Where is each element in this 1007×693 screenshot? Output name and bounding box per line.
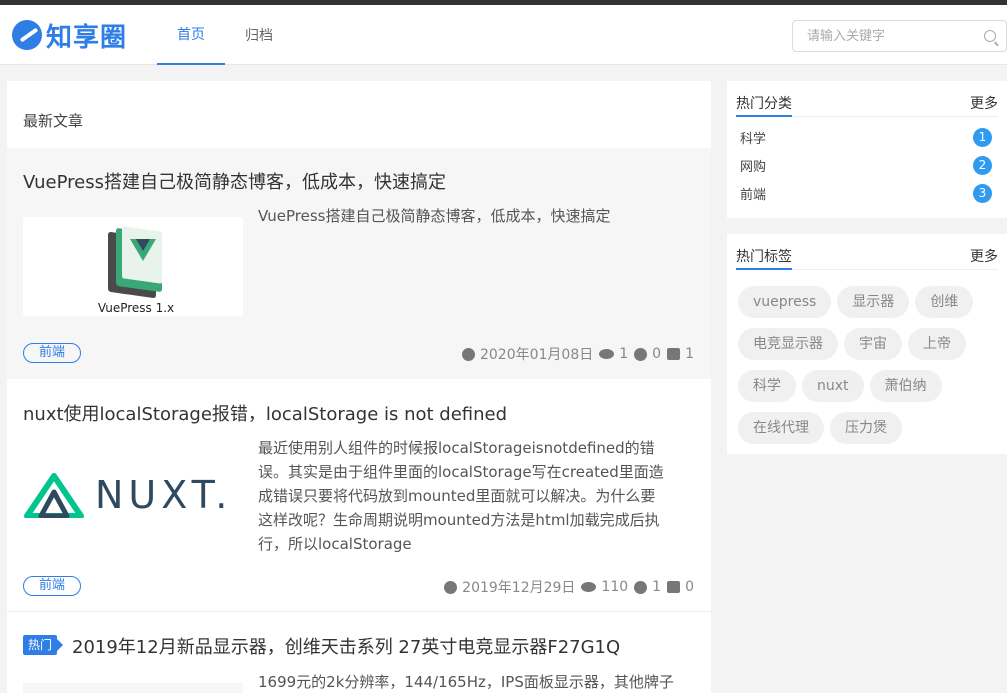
search-icon[interactable]	[984, 30, 996, 42]
article-category-tag[interactable]: 前端	[23, 576, 82, 596]
article-title[interactable]: 2019年12月新品显示器，创维天击系列 27英寸电竞显示器F27G1Q	[72, 633, 620, 659]
article-meta: 2019年12月29日 110 1 0	[438, 577, 694, 597]
summary-line: 最近使用别人组件的时候报localStorageisnotdefined的错	[258, 439, 655, 457]
thumbs-up-icon[interactable]	[667, 348, 681, 360]
search-input[interactable]	[793, 21, 973, 51]
panel-title: 热门标签	[736, 246, 792, 270]
logo-icon	[12, 20, 42, 50]
clock-icon	[444, 580, 458, 594]
panel-header: 热门标签 更多	[736, 246, 998, 270]
more-link[interactable]: 更多	[970, 246, 998, 266]
tag-chip[interactable]: 压力煲	[830, 412, 902, 444]
article-title[interactable]: nuxt使用localStorage报错，localStorage is not…	[23, 400, 507, 426]
category-count-badge: 1	[973, 128, 992, 147]
site-header: 知享圈 首页 归档	[0, 5, 1007, 65]
summary-line: 误。其实是由于组件里面的localStorage写在created里面造	[258, 463, 664, 481]
hot-tags-panel: 热门标签 更多 vuepress 显示器 创维 电竞显示器 宇宙 上帝 科学 n…	[727, 234, 1007, 454]
category-item[interactable]: 科学 1	[740, 128, 992, 150]
tag-chip[interactable]: 科学	[738, 370, 796, 402]
tag-chip[interactable]: 显示器	[837, 286, 910, 318]
article-title[interactable]: VuePress搭建自己极简静态博客，低成本，快速搞定	[23, 168, 446, 194]
category-label: 网购	[740, 160, 767, 175]
tag-chip[interactable]: 电竞显示器	[738, 328, 838, 360]
main-nav: 首页 归档	[157, 5, 293, 65]
tag-chip[interactable]: 创维	[915, 286, 974, 318]
nav-item-archive[interactable]: 归档	[225, 5, 293, 65]
tag-cloud: vuepress 显示器 创维 电竞显示器 宇宙 上帝 科学 nuxt 萧伯纳 …	[738, 286, 1000, 454]
like-count: 0	[685, 579, 694, 595]
category-count-badge: 3	[973, 184, 992, 203]
article-meta: 2020年01月08日 1 0 1	[456, 344, 694, 364]
view-count: 110	[601, 579, 629, 595]
tag-chip[interactable]: 在线代理	[738, 412, 824, 444]
comment-count: 1	[652, 579, 662, 595]
hot-categories-panel: 热门分类 更多 科学 1 网购 2 前端 3	[727, 81, 1007, 218]
thumbs-up-icon[interactable]	[667, 581, 681, 593]
article-date: 2020年01月08日	[479, 347, 594, 363]
summary-line: 成错误只要将代码放到mounted里面就可以解决。为什么要	[258, 487, 656, 505]
eye-icon	[581, 582, 597, 592]
section-title: 最新文章	[23, 112, 84, 130]
category-label: 科学	[740, 132, 767, 147]
hot-badge: 热门	[23, 635, 64, 655]
article-date: 2019年12月29日	[462, 580, 576, 596]
eye-icon	[599, 349, 615, 359]
summary-line: 这样改呢？生命周期说明mounted方法是html加载完成后执	[258, 511, 660, 529]
view-count: 1	[619, 346, 629, 362]
site-name: 知享圈	[46, 22, 128, 53]
article-category-tag[interactable]: 前端	[23, 343, 82, 363]
tag-chip[interactable]: 萧伯纳	[869, 370, 942, 402]
category-count-badge: 2	[973, 156, 992, 175]
category-label: 前端	[740, 188, 767, 203]
article-item[interactable]: VuePress搭建自己极简静态博客，低成本，快速搞定 VuePress 1.x…	[7, 148, 711, 379]
article-thumbnail[interactable]: VuePress 1.x	[23, 217, 243, 316]
more-link[interactable]: 更多	[970, 93, 998, 113]
search-box	[792, 20, 1007, 52]
article-item[interactable]: 热门 2019年12月新品显示器，创维天击系列 27英寸电竞显示器F27G1Q …	[7, 613, 711, 693]
article-thumbnail[interactable]	[23, 683, 243, 693]
comment-count: 0	[652, 346, 662, 362]
clock-icon	[461, 347, 475, 361]
article-item[interactable]: nuxt使用localStorage报错，localStorage is not…	[7, 380, 711, 612]
article-thumbnail[interactable]: NUXT.	[23, 440, 243, 539]
article-list-panel: 最新文章 VuePress搭建自己极简静态博客，低成本，快速搞定 VuePres…	[7, 81, 711, 693]
tag-chip[interactable]: nuxt	[802, 370, 864, 402]
category-item[interactable]: 网购 2	[740, 156, 992, 178]
tag-chip[interactable]: 上帝	[908, 328, 966, 360]
panel-header: 热门分类 更多	[736, 93, 998, 117]
tag-chip[interactable]: 宇宙	[844, 328, 902, 360]
nav-item-home[interactable]: 首页	[157, 5, 225, 65]
article-summary: VuePress搭建自己极简静态博客，低成本，快速搞定	[258, 207, 611, 225]
tag-chip[interactable]: vuepress	[738, 286, 832, 318]
article-summary: 最近使用别人组件的时候报localStorageisnotdefined的错 误…	[258, 436, 698, 556]
nuxt-logo-image: NUXT.	[23, 470, 243, 520]
summary-line: 行，所以localStorage	[258, 535, 412, 553]
article-summary: 1699元的2k分辨率，144/165Hz，IPS面板显示器，其他牌子	[258, 673, 674, 691]
comment-icon	[634, 580, 648, 594]
like-count: 1	[685, 346, 694, 362]
thumbnail-caption: NUXT.	[95, 473, 233, 517]
category-item[interactable]: 前端 3	[740, 184, 992, 206]
panel-title: 热门分类	[736, 93, 792, 117]
site-logo[interactable]: 知享圈	[12, 17, 127, 53]
thumbnail-caption: VuePress 1.x	[97, 301, 175, 315]
vuepress-logo-image	[108, 226, 164, 299]
comment-icon	[634, 347, 648, 361]
